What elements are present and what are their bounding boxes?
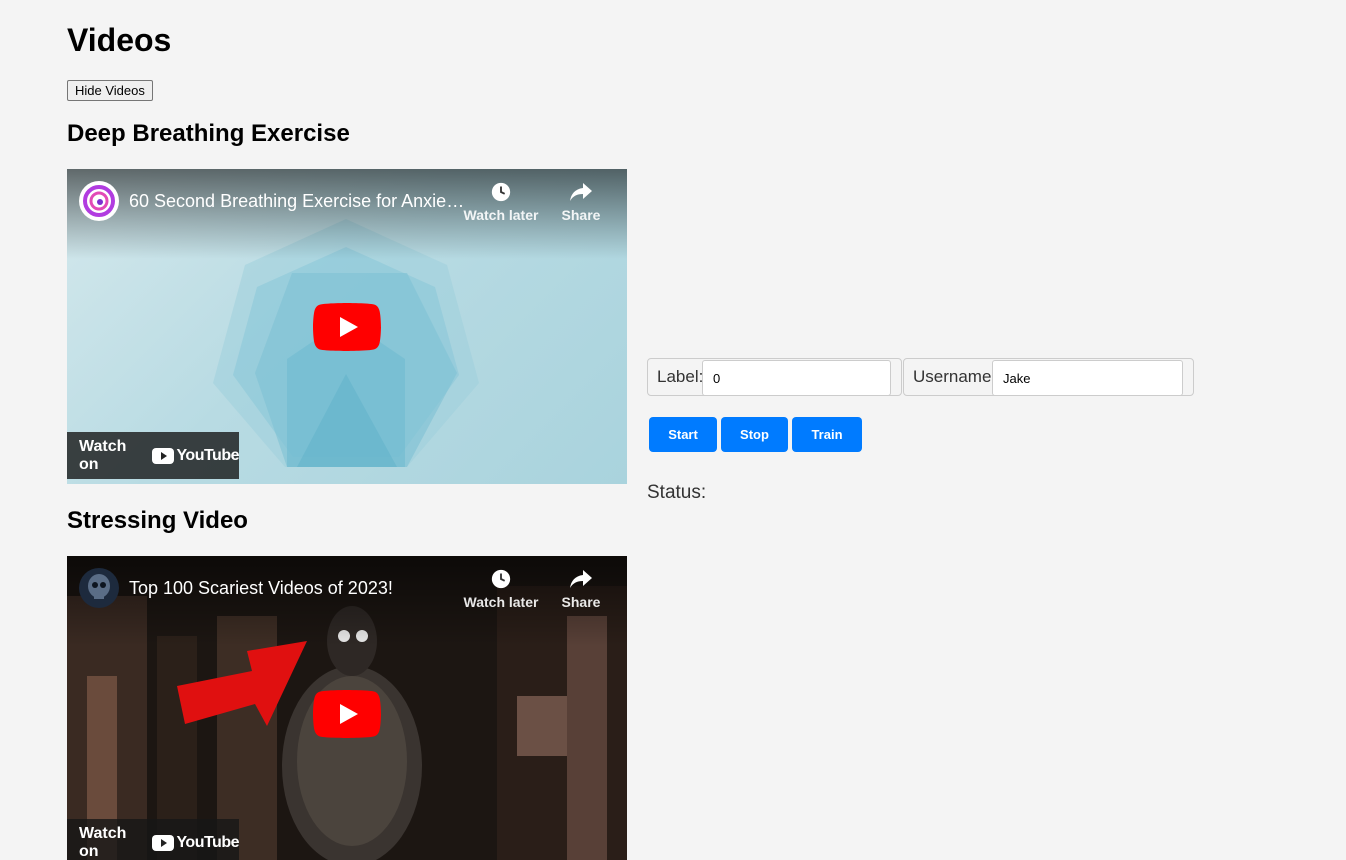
youtube-logo: YouTube bbox=[152, 834, 239, 852]
play-icon[interactable] bbox=[313, 690, 381, 738]
video-player-breathing[interactable]: 60 Second Breathing Exercise for Anxie… … bbox=[67, 169, 627, 484]
section-heading-breathing: Deep Breathing Exercise bbox=[67, 120, 350, 147]
clock-icon bbox=[491, 569, 511, 589]
channel-avatar[interactable] bbox=[79, 568, 119, 608]
watch-on-label: Watch on bbox=[79, 824, 127, 860]
watch-later-button[interactable]: Watch later bbox=[461, 568, 541, 610]
stop-button[interactable]: Stop bbox=[721, 417, 788, 452]
share-button[interactable]: Share bbox=[541, 568, 621, 610]
label-field-group: Label: bbox=[647, 358, 902, 396]
youtube-wordmark: YouTube bbox=[176, 446, 239, 464]
username-field-group: Username: bbox=[903, 358, 1194, 396]
youtube-logo: YouTube bbox=[152, 447, 239, 465]
video-title[interactable]: Top 100 Scariest Videos of 2023! bbox=[129, 576, 469, 600]
label-input[interactable] bbox=[702, 360, 891, 396]
train-button[interactable]: Train bbox=[792, 417, 862, 452]
channel-avatar[interactable] bbox=[79, 181, 119, 221]
play-icon[interactable] bbox=[313, 303, 381, 351]
youtube-play-logo-icon bbox=[152, 447, 175, 464]
video-player-stressing[interactable]: Top 100 Scariest Videos of 2023! Watch l… bbox=[67, 556, 627, 860]
watch-on-youtube-button[interactable]: Watch on YouTube bbox=[67, 432, 239, 479]
username-input[interactable] bbox=[992, 360, 1183, 396]
watch-later-label: Watch later bbox=[463, 207, 539, 223]
share-button[interactable]: Share bbox=[541, 181, 621, 223]
watch-later-label: Watch later bbox=[463, 594, 539, 610]
share-label: Share bbox=[561, 594, 601, 610]
label-field-label: Label: bbox=[657, 367, 704, 386]
page-title: Videos bbox=[67, 22, 172, 58]
start-button[interactable]: Start bbox=[649, 417, 717, 452]
status-label: Status: bbox=[647, 482, 707, 503]
username-field-label: Username: bbox=[913, 367, 997, 386]
section-heading-stressing: Stressing Video bbox=[67, 507, 248, 534]
clock-icon bbox=[491, 182, 511, 202]
share-arrow-icon bbox=[570, 570, 592, 588]
hide-videos-button[interactable]: Hide Videos bbox=[67, 80, 153, 101]
video-title[interactable]: 60 Second Breathing Exercise for Anxie… bbox=[129, 189, 469, 213]
share-label: Share bbox=[561, 207, 601, 223]
share-arrow-icon bbox=[570, 183, 592, 201]
watch-later-button[interactable]: Watch later bbox=[461, 181, 541, 223]
youtube-play-logo-icon bbox=[152, 834, 175, 851]
watch-on-youtube-button[interactable]: Watch on YouTube bbox=[67, 819, 239, 860]
watch-on-label: Watch on bbox=[79, 437, 127, 473]
swirl-logo-icon bbox=[83, 185, 115, 217]
youtube-wordmark: YouTube bbox=[176, 833, 239, 851]
skull-avatar-icon bbox=[88, 574, 110, 599]
